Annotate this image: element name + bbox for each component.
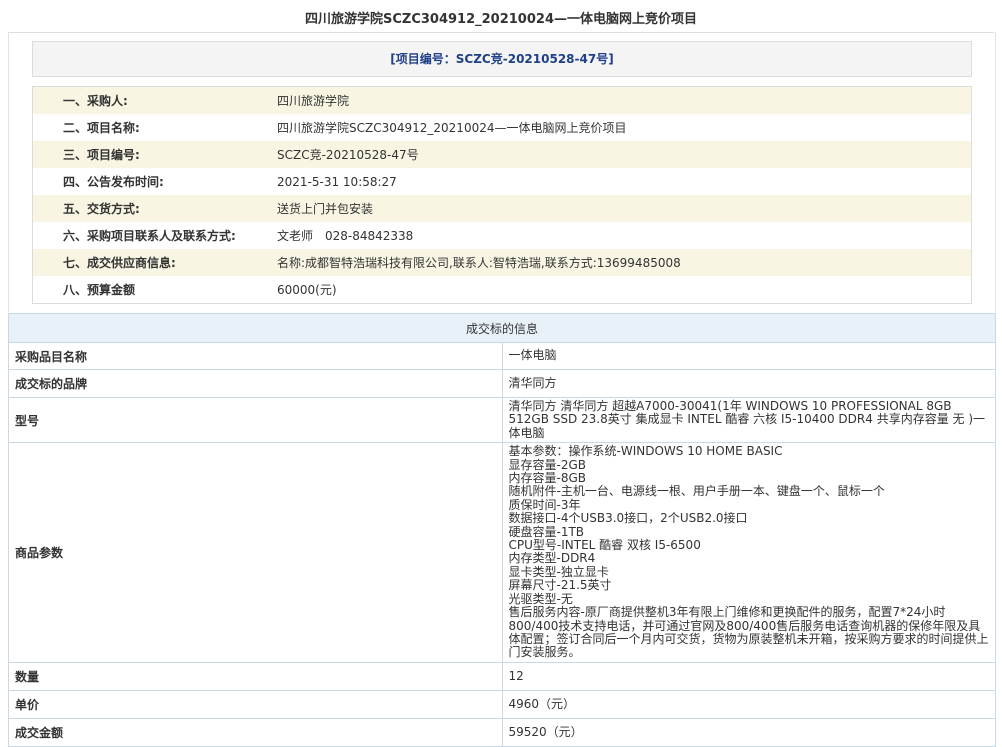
table-row: 成交金额 59520（元） [8, 717, 996, 747]
unit-price-value: 4960（元） [501, 689, 996, 719]
info-value: SCZC竞-20210528-47号 [277, 148, 419, 162]
info-label: 五、交货方式: [63, 202, 140, 216]
info-value: 四川旅游学院 [277, 94, 350, 108]
info-row-buyer: 一、采购人: 四川旅游学院 [33, 87, 971, 114]
info-row-supplier: 七、成交供应商信息: 名称:成都智特浩瑞科技有限公司,联系人:智特浩瑞,联系方式… [33, 249, 971, 276]
table-row: 商品参数 基本参数：操作系统-WINDOWS 10 HOME BASIC 显存容… [8, 442, 996, 663]
row-label: 成交金额 [8, 717, 503, 747]
row-label: 成交标的品牌 [8, 369, 503, 398]
row-label: 采购品目名称 [8, 342, 503, 370]
project-number-banner: [项目编号：SCZC竞-20210528-47号] [32, 41, 972, 77]
param-line: 数据接口-4个USB3.0接口，2个USB2.0接口 [508, 511, 748, 526]
table-row: 数量 12 [8, 661, 996, 691]
row-label: 数量 [8, 661, 503, 691]
table-row: 采购品目名称 一体电脑 [8, 342, 996, 370]
info-label: 一、采购人: [63, 94, 128, 108]
info-row-contact: 六、采购项目联系人及联系方式: 文老师 028-84842338 [33, 222, 971, 249]
table-row: 型号 清华同方 清华同方 超越A7000-30041(1年 WINDOWS 10… [8, 396, 996, 444]
qty-value: 12 [501, 661, 996, 691]
info-value: 送货上门并包安装 [277, 202, 374, 216]
model-value: 清华同方 清华同方 超越A7000-30041(1年 WINDOWS 10 PR… [501, 396, 996, 444]
row-label: 型号 [8, 396, 503, 444]
info-value: 四川旅游学院SCZC304912_20210024—一体电脑网上竞价项目 [277, 121, 627, 135]
param-line: 屏幕尺寸-21.5英寸 [508, 578, 612, 593]
info-row-project-name: 二、项目名称: 四川旅游学院SCZC304912_20210024—一体电脑网上… [33, 114, 971, 141]
info-row-project-number: 三、项目编号: SCZC竞-20210528-47号 [33, 141, 971, 168]
info-row-budget: 八、预算金额 60000(元) [33, 276, 971, 303]
table-row: 单价 4960（元） [8, 689, 996, 719]
announcement-info-table: 一、采购人: 四川旅游学院 二、项目名称: 四川旅游学院SCZC304912_2… [32, 86, 972, 304]
row-label: 单价 [8, 689, 503, 719]
info-label: 六、采购项目联系人及联系方式: [63, 229, 236, 243]
info-row-publish-time: 四、公告发布时间: 2021-5-31 10:58:27 [33, 168, 971, 195]
param-line: 基本参数：操作系统-WINDOWS 10 HOME BASIC [508, 444, 783, 459]
param-line: CPU型号-INTEL 酷睿 双核 I5-6500 [508, 538, 701, 553]
param-line: 内存类型-DDR4 [508, 551, 596, 566]
info-label: 二、项目名称: [63, 121, 140, 135]
info-value: 名称:成都智特浩瑞科技有限公司,联系人:智特浩瑞,联系方式:1369948500… [277, 256, 681, 270]
total-value: 59520（元） [501, 717, 996, 747]
item-name-value: 一体电脑 [501, 342, 996, 370]
info-row-delivery: 五、交货方式: 送货上门并包安装 [33, 195, 971, 222]
param-line: 售后服务内容-原厂商提供整机3年有限上门维修和更换配件的服务，配置7*24小时8… [508, 605, 989, 660]
param-line: 显卡类型-独立显卡 [508, 564, 609, 579]
info-value: 文老师 028-84842338 [277, 229, 414, 243]
brand-value: 清华同方 [501, 369, 996, 398]
deal-header-row: 成交标的信息 [8, 313, 996, 343]
info-value: 2021-5-31 10:58:27 [277, 174, 397, 189]
deal-header: 成交标的信息 [8, 313, 996, 343]
table-row: 成交标的品牌 清华同方 [8, 369, 996, 398]
param-line: 随机附件-主机一台、电源线一根、用户手册一本、键盘一个、鼠标一个 [508, 484, 885, 499]
row-label: 商品参数 [8, 442, 503, 663]
info-label: 七、成交供应商信息: [63, 256, 176, 270]
info-label: 四、公告发布时间: [63, 175, 164, 189]
info-value: 60000(元) [277, 283, 337, 297]
deal-subject-table: 成交标的信息 采购品目名称 一体电脑 成交标的品牌 清华同方 型号 清华同方 清… [8, 313, 996, 747]
page-title: 四川旅游学院SCZC304912_20210024—一体电脑网上竞价项目 [8, 8, 994, 33]
params-cell: 基本参数：操作系统-WINDOWS 10 HOME BASIC 显存容量-2GB… [501, 442, 996, 663]
info-label: 三、项目编号: [63, 148, 140, 162]
info-label: 八、预算金额 [63, 283, 136, 297]
